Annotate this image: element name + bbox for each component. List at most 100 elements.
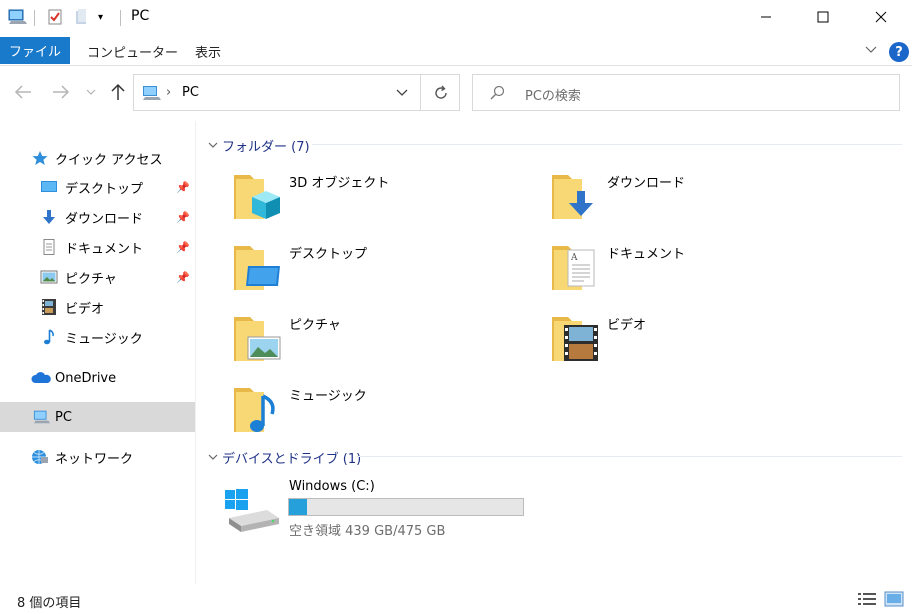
pin-icon[interactable]: 📌 — [176, 181, 190, 194]
sidebar-item-label: ミュージック — [65, 331, 143, 347]
folder-3d-objects[interactable]: 3D オブジェクト — [232, 169, 532, 235]
tab-file[interactable]: ファイル — [0, 37, 70, 64]
folder-name: 3D オブジェクト — [289, 176, 390, 191]
svg-text:A: A — [570, 253, 578, 263]
sidebar-item-pictures[interactable]: ピクチャ 📌 — [0, 262, 195, 292]
address-history-button[interactable] — [396, 87, 408, 102]
pictures-icon — [40, 270, 58, 284]
expand-ribbon-icon[interactable] — [865, 44, 877, 58]
back-arrow-icon — [14, 85, 31, 99]
download-folder-icon — [552, 175, 593, 219]
navigation-pane: クイック アクセス デスクトップ 📌 ダウンロード 📌 ドキュメント 📌 ピクチ… — [0, 121, 196, 584]
breadcrumb-separator[interactable]: › — [166, 85, 171, 100]
sidebar-item-downloads[interactable]: ダウンロード 📌 — [0, 202, 195, 232]
pin-icon[interactable]: 📌 — [176, 271, 190, 284]
sidebar-item-pc[interactable]: PC — [0, 402, 195, 432]
recent-locations-button[interactable] — [83, 80, 99, 104]
computer-icon — [8, 6, 28, 28]
properties-icon[interactable] — [46, 6, 64, 28]
title-bar: ▾ PC — [0, 0, 912, 36]
breadcrumb-pc[interactable]: PC — [182, 85, 199, 100]
maximize-button[interactable] — [800, 0, 846, 34]
pictures-folder-icon — [234, 317, 281, 361]
sidebar-item-label: OneDrive — [55, 370, 117, 386]
sidebar-item-onedrive[interactable]: OneDrive — [0, 363, 195, 393]
up-button[interactable] — [107, 80, 129, 104]
sidebar-item-label: ネットワーク — [55, 451, 134, 467]
refresh-icon — [434, 85, 447, 99]
chevron-down-icon — [208, 451, 222, 464]
folder-name: ミュージック — [289, 389, 367, 404]
folder-pictures[interactable]: ピクチャ — [232, 311, 532, 377]
music-folder-icon — [234, 388, 275, 432]
pin-icon[interactable]: 📌 — [176, 211, 190, 224]
tab-view[interactable]: 表示 — [195, 42, 221, 61]
sidebar-item-desktop[interactable]: デスクトップ 📌 — [0, 172, 195, 202]
desktop-folder-icon — [234, 246, 280, 290]
close-button[interactable] — [858, 0, 904, 34]
search-box[interactable]: PCの検索 — [472, 74, 900, 111]
pin-icon[interactable]: 📌 — [176, 241, 190, 254]
sidebar-item-label: ビデオ — [65, 301, 105, 317]
computer-icon — [33, 410, 51, 424]
minimize-icon — [761, 16, 771, 18]
close-icon — [875, 11, 887, 23]
chevron-down-icon — [208, 139, 222, 152]
details-view-button[interactable] — [857, 591, 877, 609]
drive-usage-fill — [289, 499, 307, 515]
folders-group-label: フォルダー (7) — [222, 140, 310, 155]
help-icon[interactable]: ? — [889, 42, 909, 62]
chevron-down-icon — [396, 89, 408, 96]
group-divider — [312, 144, 902, 145]
search-input[interactable]: PCの検索 — [525, 85, 581, 104]
large-icons-view-icon — [884, 591, 904, 607]
sidebar-item-label: ダウンロード — [65, 211, 144, 227]
minimize-button[interactable] — [743, 0, 789, 34]
videos-folder-icon — [552, 317, 598, 361]
sidebar-item-quick-access[interactable]: クイック アクセス — [0, 143, 195, 173]
drive-windows-c[interactable]: Windows (C:) 空き領域 439 GB/475 GB — [223, 478, 543, 539]
folder-music[interactable]: ミュージック — [232, 382, 532, 448]
drive-usage-bar — [288, 498, 524, 516]
folder-videos[interactable]: ビデオ — [550, 311, 850, 377]
cloud-icon — [31, 372, 51, 383]
desktop-icon — [41, 181, 57, 192]
qa-separator — [34, 10, 35, 26]
sidebar-item-videos[interactable]: ビデオ — [0, 292, 195, 322]
folder-name: ダウンロード — [607, 176, 686, 191]
sidebar-item-label: PC — [55, 409, 72, 425]
sidebar-item-documents[interactable]: ドキュメント 📌 — [0, 232, 195, 262]
customize-quick-access-icon[interactable]: ▾ — [98, 6, 103, 28]
folders-group-header[interactable]: フォルダー (7) — [208, 136, 310, 155]
back-button[interactable] — [12, 80, 34, 104]
folder-documents[interactable]: A ドキュメント — [550, 240, 850, 306]
sidebar-item-label: ドキュメント — [65, 241, 144, 257]
devices-group-header[interactable]: デバイスとドライブ (1) — [208, 448, 361, 467]
folder-name: ビデオ — [607, 318, 647, 333]
windows-drive-icon — [225, 489, 279, 532]
refresh-button[interactable] — [420, 74, 460, 111]
address-bar[interactable]: › PC — [133, 74, 460, 111]
star-icon — [32, 151, 48, 165]
devices-group-label: デバイスとドライブ (1) — [222, 452, 362, 467]
sidebar-item-network[interactable]: ネットワーク — [0, 442, 195, 472]
large-icons-view-button[interactable] — [884, 591, 904, 609]
video-icon — [42, 299, 56, 315]
computer-icon — [142, 85, 162, 105]
folder-desktop[interactable]: デスクトップ — [232, 240, 532, 306]
window-title: PC — [131, 8, 150, 24]
document-icon — [43, 239, 55, 255]
sidebar-item-label: クイック アクセス — [55, 152, 163, 168]
forward-arrow-icon — [53, 85, 70, 99]
new-folder-icon[interactable] — [74, 6, 90, 28]
up-arrow-icon — [111, 83, 125, 100]
download-icon — [43, 210, 55, 224]
drive-free-space: 空き領域 439 GB/475 GB — [289, 524, 446, 539]
forward-button[interactable] — [50, 80, 72, 104]
folder-downloads[interactable]: ダウンロード — [550, 169, 850, 235]
folder-name: ピクチャ — [289, 318, 341, 333]
tab-computer[interactable]: コンピューター — [87, 42, 178, 61]
folder-name: ドキュメント — [607, 247, 686, 262]
network-icon — [32, 450, 48, 464]
sidebar-item-music[interactable]: ミュージック — [0, 322, 195, 352]
